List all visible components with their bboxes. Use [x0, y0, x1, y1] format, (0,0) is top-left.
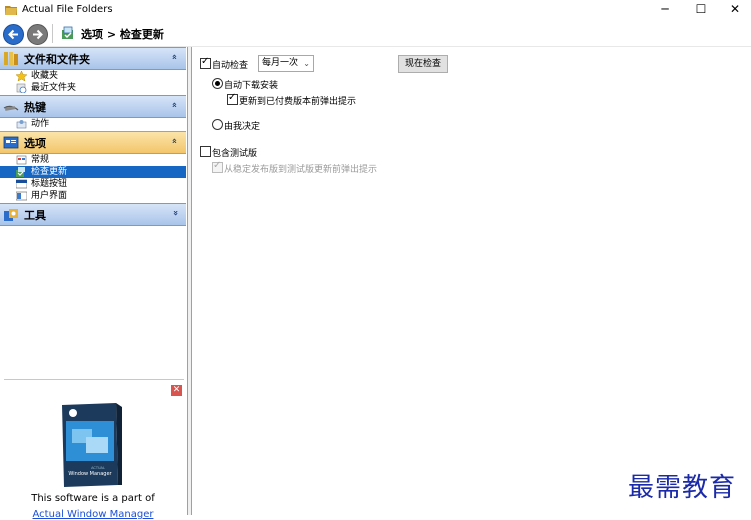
box-brand-text: ACTUAL [91, 466, 105, 470]
breadcrumb: 选项 > 检查更新 [81, 28, 164, 41]
chevron-down-icon: » [170, 210, 181, 216]
sidebar-item-check-updates[interactable]: 检查更新 [0, 166, 186, 178]
ui-icon [16, 191, 27, 201]
update-icon [16, 167, 25, 177]
sidebar-item-title-buttons[interactable]: 标题按钮 [16, 178, 186, 190]
tools-icon [4, 209, 18, 221]
sidebar-item-label: 检查更新 [31, 167, 68, 177]
sidebar-item-label: 用户界面 [31, 191, 68, 201]
sidebar-item-actions[interactable]: 动作 [16, 118, 186, 130]
forward-button[interactable] [27, 24, 48, 45]
arrow-right-icon [33, 29, 43, 40]
app-folder-icon [5, 6, 17, 15]
manual-radio[interactable] [212, 119, 223, 130]
frequency-select[interactable]: 每月一次 ⌄ [258, 55, 314, 72]
update-icon [62, 26, 73, 39]
navigation-bar: 选项 > 检查更新 [0, 21, 751, 47]
frequency-value: 每月一次 [262, 58, 299, 68]
keyboard-icon [3, 105, 19, 111]
promo-text: This software is a part of [31, 493, 155, 504]
options-icon [3, 136, 19, 149]
manual-label: 由我决定 [224, 122, 261, 132]
star-icon [16, 71, 27, 81]
beta-notify-label: 从稳定发布版到测试版更新前弹出提示 [224, 165, 378, 175]
back-button[interactable] [3, 24, 24, 45]
chevron-up-icon: » [170, 54, 181, 60]
recent-folder-icon [16, 83, 27, 93]
watermark-text: 最需教育 [628, 473, 737, 503]
check-now-button[interactable]: 现在检查 [398, 55, 448, 73]
chevron-down-icon: ⌄ [303, 59, 310, 68]
close-button[interactable]: ✕ [717, 0, 751, 20]
title-button-icon [16, 179, 27, 189]
promo-close-button[interactable]: ✕ [171, 385, 182, 396]
notify-paid-checkbox[interactable] [227, 92, 238, 105]
sidebar-item-label: 收藏夹 [31, 71, 59, 81]
auto-download-label: 自动下载安装 [224, 81, 279, 91]
group-header-files-folders[interactable]: 文件和文件夹 » [0, 47, 186, 70]
folder-icon [4, 52, 18, 65]
chevron-up-icon: » [170, 138, 181, 144]
promo-separator [4, 379, 184, 380]
sidebar-item-recent-folders[interactable]: 最近文件夹 [16, 82, 186, 94]
group-label: 选项 [24, 137, 46, 150]
sidebar-item-general[interactable]: 常规 [16, 154, 186, 166]
group-header-options[interactable]: 选项 » [0, 131, 186, 154]
chevron-up-icon: » [170, 102, 181, 108]
sidebar-item-user-interface[interactable]: 用户界面 [16, 190, 186, 202]
include-beta-label: 包含测试版 [212, 149, 258, 159]
options-panel: 自动检查 每月一次 ⌄ 现在检查 自动下载安装 更新到已付费版本前弹出提示 由我… [192, 47, 751, 515]
auto-check-checkbox[interactable] [200, 56, 211, 69]
notify-paid-label: 更新到已付费版本前弹出提示 [239, 97, 357, 107]
sidebar-item-label: 常规 [31, 155, 50, 165]
product-box-image: ACTUAL Window Manager [62, 403, 122, 487]
arrow-left-icon [8, 29, 18, 40]
nav-separator [52, 24, 53, 43]
auto-check-label: 自动检查 [212, 61, 249, 71]
minimize-button[interactable]: ─ [647, 0, 683, 20]
window-title: Actual File Folders [22, 4, 113, 15]
action-icon [16, 120, 27, 129]
group-header-hotkeys[interactable]: 热键 » [0, 95, 186, 118]
title-bar: Actual File Folders ─ ☐ ✕ [0, 0, 751, 20]
group-label: 工具 [24, 209, 46, 222]
maximize-button[interactable]: ☐ [683, 0, 719, 20]
sidebar-item-label: 最近文件夹 [31, 83, 77, 93]
box-product-text: Window Manager [68, 471, 112, 477]
sidebar: 文件和文件夹 » 收藏夹 最近文件夹 热键 » 动作 选项 » 常规 检查更新 … [0, 47, 188, 520]
group-label: 热键 [24, 101, 46, 114]
auto-download-radio[interactable] [212, 78, 223, 89]
sidebar-item-label: 标题按钮 [31, 179, 68, 189]
group-header-tools[interactable]: 工具 » [0, 203, 186, 226]
group-label: 文件和文件夹 [24, 53, 90, 66]
sidebar-item-favorites[interactable]: 收藏夹 [16, 70, 186, 82]
sidebar-item-label: 动作 [31, 119, 50, 129]
beta-notify-checkbox[interactable] [212, 160, 223, 173]
general-icon [16, 155, 27, 165]
include-beta-checkbox[interactable] [200, 146, 211, 157]
